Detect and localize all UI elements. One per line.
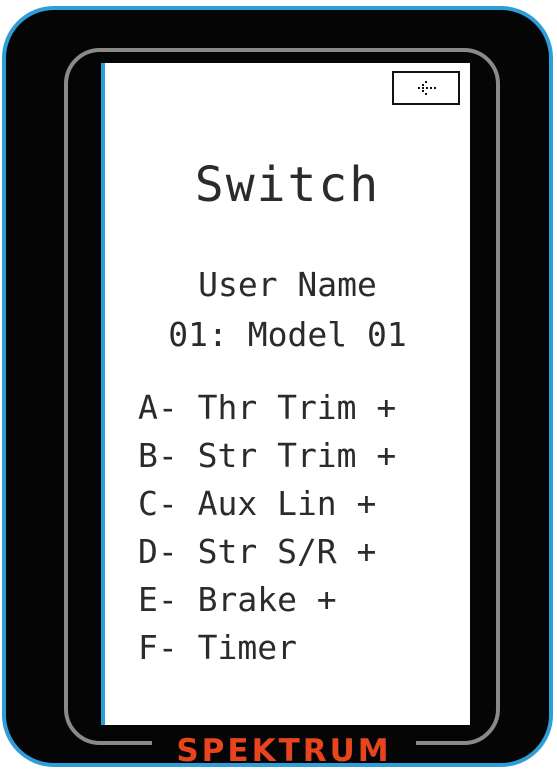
switch-item-d[interactable]: D- Str S/R + bbox=[138, 530, 458, 578]
back-button[interactable] bbox=[392, 71, 460, 105]
lcd-screen: Switch User Name 01: Model 01 A- Thr Tri… bbox=[101, 63, 470, 725]
model-name: 01: Model 01 bbox=[168, 315, 407, 354]
page-title: Switch bbox=[194, 157, 381, 213]
switch-item-b[interactable]: B- Str Trim + bbox=[138, 434, 458, 482]
switch-assignment-list: A- Thr Trim + B- Str Trim + C- Aux Lin +… bbox=[138, 386, 458, 674]
user-name-label: User Name bbox=[198, 265, 377, 304]
switch-item-a[interactable]: A- Thr Trim + bbox=[138, 386, 458, 434]
switch-item-c[interactable]: C- Aux Lin + bbox=[138, 482, 458, 530]
switch-item-e[interactable]: E- Brake + bbox=[138, 578, 458, 626]
switch-item-f[interactable]: F- Timer bbox=[138, 626, 458, 674]
back-arrow-icon bbox=[418, 81, 436, 95]
brand-logo: SPEKTRUM bbox=[176, 733, 392, 769]
